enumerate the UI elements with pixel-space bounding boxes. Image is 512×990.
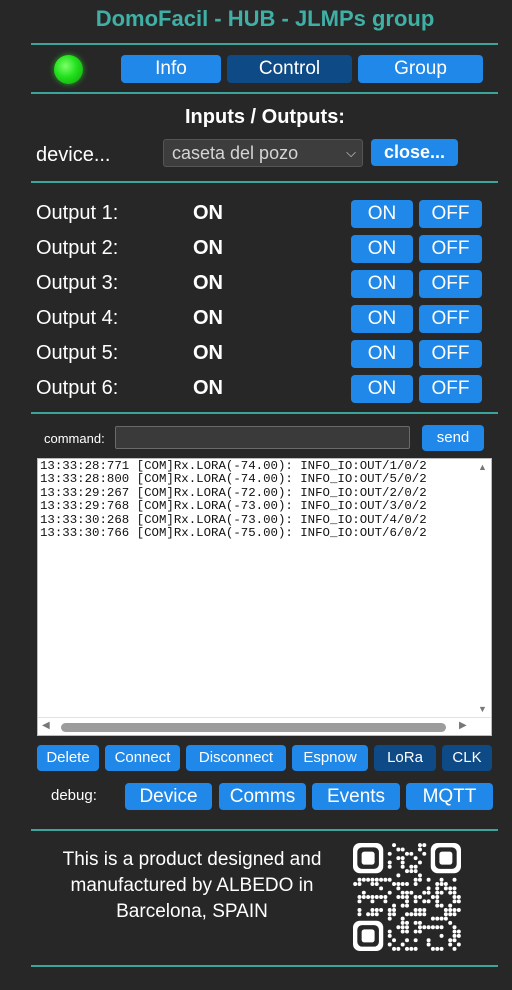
divider bbox=[31, 181, 498, 183]
qr-code-icon bbox=[353, 843, 461, 951]
output-label: Output 2: bbox=[36, 237, 119, 259]
output-label: Output 4: bbox=[36, 307, 119, 329]
output-row: Output 3: ON ON OFF bbox=[0, 270, 512, 300]
debug-device-button[interactable]: Device bbox=[125, 783, 212, 810]
device-label: device... bbox=[36, 144, 111, 166]
divider bbox=[31, 92, 498, 94]
divider bbox=[31, 965, 498, 967]
output-on-button[interactable]: ON bbox=[351, 235, 413, 263]
divider bbox=[31, 829, 498, 831]
footer-text: This is a product designed and manufactu… bbox=[62, 849, 322, 922]
divider bbox=[31, 43, 498, 45]
disconnect-button[interactable]: Disconnect bbox=[186, 745, 286, 771]
debug-comms-button[interactable]: Comms bbox=[219, 783, 306, 810]
output-state: ON bbox=[193, 342, 223, 364]
log-line: 13:33:28:771 [COM]Rx.LORA(-74.00): INFO_… bbox=[40, 460, 427, 473]
command-label: command: bbox=[44, 431, 105, 446]
scroll-right-icon[interactable]: ▶ bbox=[459, 720, 467, 731]
output-row: Output 2: ON ON OFF bbox=[0, 235, 512, 265]
debug-label: debug: bbox=[51, 787, 97, 804]
output-state: ON bbox=[193, 307, 223, 329]
log-line: 13:33:29:267 [COM]Rx.LORA(-72.00): INFO_… bbox=[40, 485, 427, 500]
output-state: ON bbox=[193, 202, 223, 224]
close-button[interactable]: close... bbox=[371, 139, 458, 166]
horizontal-scrollbar[interactable]: ◀ ▶ bbox=[38, 717, 491, 735]
output-row: Output 4: ON ON OFF bbox=[0, 305, 512, 335]
connect-button[interactable]: Connect bbox=[105, 745, 180, 771]
scrollbar-thumb[interactable] bbox=[61, 723, 446, 732]
lora-button[interactable]: LoRa bbox=[374, 745, 436, 771]
output-state: ON bbox=[193, 377, 223, 399]
status-led bbox=[54, 55, 83, 84]
scroll-up-icon[interactable]: ▲ bbox=[478, 462, 487, 472]
log-output: 13:33:28:771 [COM]Rx.LORA(-74.00): INFO_… bbox=[40, 460, 476, 715]
scroll-left-icon[interactable]: ◀ bbox=[42, 720, 50, 731]
espnow-button[interactable]: Espnow bbox=[292, 745, 368, 771]
output-label: Output 5: bbox=[36, 342, 119, 364]
command-input[interactable] bbox=[115, 426, 410, 449]
tab-group[interactable]: Group bbox=[358, 55, 483, 83]
log-panel[interactable]: 13:33:28:771 [COM]Rx.LORA(-74.00): INFO_… bbox=[37, 458, 492, 736]
output-label: Output 3: bbox=[36, 272, 119, 294]
debug-mqtt-button[interactable]: MQTT bbox=[406, 783, 493, 810]
output-off-button[interactable]: OFF bbox=[419, 305, 482, 333]
tab-info[interactable]: Info bbox=[121, 55, 221, 83]
output-on-button[interactable]: ON bbox=[351, 270, 413, 298]
output-off-button[interactable]: OFF bbox=[419, 235, 482, 263]
output-off-button[interactable]: OFF bbox=[419, 200, 482, 228]
app-title: DomoFacil - HUB - JLMPs group bbox=[95, 6, 435, 31]
clk-button[interactable]: CLK bbox=[442, 745, 492, 771]
output-label: Output 1: bbox=[36, 202, 119, 224]
log-line: 13:33:30:766 [COM]Rx.LORA(-75.00): INFO_… bbox=[40, 526, 427, 541]
debug-events-button[interactable]: Events bbox=[312, 783, 400, 810]
output-state: ON bbox=[193, 272, 223, 294]
chevron-down-icon: ⌵ bbox=[346, 145, 356, 160]
send-button[interactable]: send bbox=[422, 425, 484, 451]
output-on-button[interactable]: ON bbox=[351, 340, 413, 368]
output-off-button[interactable]: OFF bbox=[419, 340, 482, 368]
output-on-button[interactable]: ON bbox=[351, 200, 413, 228]
scroll-down-icon[interactable]: ▼ bbox=[478, 704, 487, 714]
log-line: 13:33:30:268 [COM]Rx.LORA(-73.00): INFO_… bbox=[40, 512, 427, 527]
device-select-value: caseta del pozo bbox=[172, 143, 299, 163]
log-line: 13:33:29:768 [COM]Rx.LORA(-73.00): INFO_… bbox=[40, 499, 427, 514]
divider bbox=[31, 412, 498, 414]
tab-control[interactable]: Control bbox=[227, 55, 352, 83]
vertical-scrollbar[interactable]: ▲ ▼ bbox=[475, 459, 491, 717]
output-on-button[interactable]: ON bbox=[351, 375, 413, 403]
delete-button[interactable]: Delete bbox=[37, 745, 99, 771]
section-title: Inputs / Outputs: bbox=[185, 106, 345, 128]
output-off-button[interactable]: OFF bbox=[419, 270, 482, 298]
device-select[interactable]: caseta del pozo ⌵ bbox=[163, 139, 363, 167]
output-state: ON bbox=[193, 237, 223, 259]
output-row: Output 5: ON ON OFF bbox=[0, 340, 512, 370]
output-row: Output 6: ON ON OFF bbox=[0, 375, 512, 405]
log-line: 13:33:28:800 [COM]Rx.LORA(-74.00): INFO_… bbox=[40, 472, 427, 487]
output-label: Output 6: bbox=[36, 377, 119, 399]
output-on-button[interactable]: ON bbox=[351, 305, 413, 333]
output-row: Output 1: ON ON OFF bbox=[0, 200, 512, 230]
output-off-button[interactable]: OFF bbox=[419, 375, 482, 403]
